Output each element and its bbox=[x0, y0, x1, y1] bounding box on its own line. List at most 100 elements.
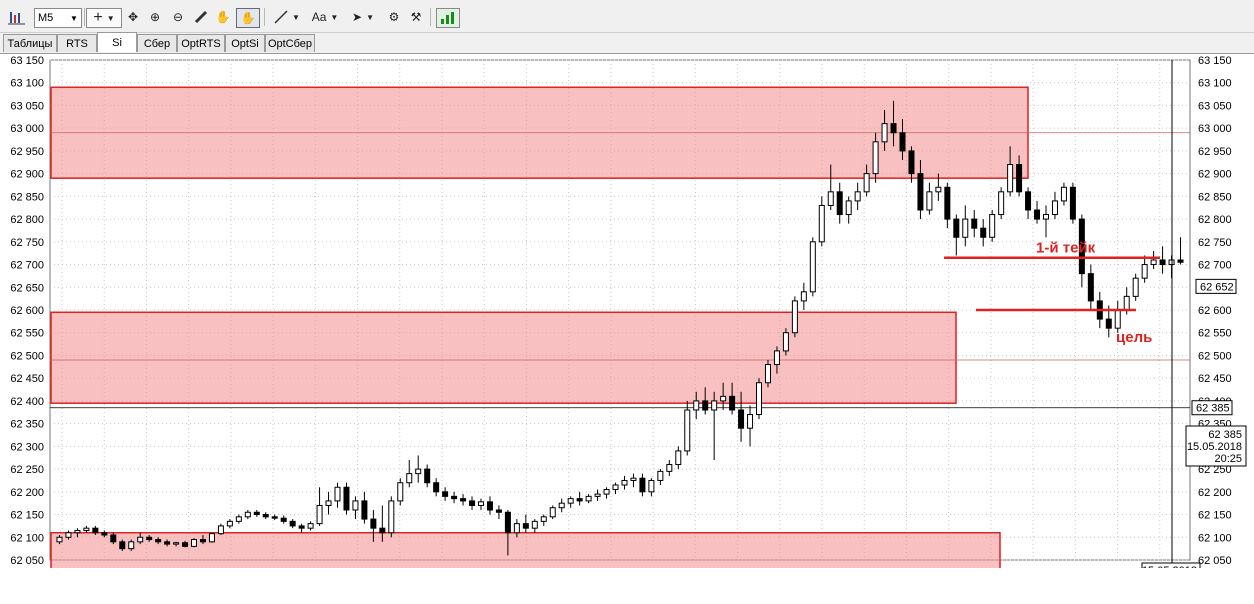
hand-icon[interactable]: ✋ bbox=[214, 8, 232, 26]
settings-icon[interactable]: ⚙ bbox=[384, 8, 404, 26]
y-tick-label-right: 62 750 bbox=[1198, 237, 1232, 249]
candle-down bbox=[361, 500, 368, 520]
candle-down bbox=[146, 536, 153, 541]
zoom-in-icon[interactable]: ⊕ bbox=[146, 8, 164, 26]
candle-up bbox=[630, 477, 637, 481]
candle-up bbox=[334, 486, 341, 502]
timeframe-select[interactable]: M5 ▼ bbox=[34, 8, 82, 28]
y-tick-label-left: 62 200 bbox=[10, 487, 44, 499]
tab-optsi[interactable]: OptSi bbox=[225, 34, 265, 52]
candle-up bbox=[585, 495, 592, 502]
y-tick-label-right: 62 500 bbox=[1198, 350, 1232, 362]
text-tool-button[interactable]: Aa ▼ bbox=[308, 8, 342, 26]
candle-up bbox=[989, 214, 996, 238]
toolbar: M5 ▼ + ▼ ✥ ⊕ ⊖ ✋ ✋ ▼ Aa ▼ ➤ ▼ ⚙ ⚒ bbox=[0, 0, 1254, 33]
candle-up bbox=[208, 533, 215, 543]
candle-up bbox=[711, 400, 718, 411]
candle-down bbox=[298, 525, 305, 529]
pan-icon[interactable]: ✋ bbox=[236, 8, 260, 28]
candle-up bbox=[872, 141, 879, 175]
price-chart[interactable]: 63 150 63 150 63 100 63 100 63 050 63 050 63 0… bbox=[0, 54, 1254, 604]
candle-down bbox=[199, 539, 206, 543]
candle-down bbox=[738, 409, 745, 429]
y-tick-label-left: 62 550 bbox=[10, 328, 44, 340]
candle-up bbox=[998, 191, 1005, 216]
candle-up bbox=[244, 511, 251, 518]
candle-up bbox=[764, 364, 771, 384]
arrow-tool-button[interactable]: ➤ ▼ bbox=[346, 8, 380, 26]
y-tick-label-left: 62 100 bbox=[10, 532, 44, 544]
take-profit-label: 1-й тейк bbox=[1036, 240, 1096, 257]
y-tick-label-left: 62 600 bbox=[10, 305, 44, 317]
candle-down bbox=[944, 186, 951, 220]
candle-up bbox=[962, 218, 969, 238]
arrow-tool-icon: ➤ bbox=[352, 10, 363, 24]
tools-icon[interactable]: ⚒ bbox=[406, 8, 426, 26]
candle-up bbox=[137, 536, 144, 543]
indicator-icon[interactable] bbox=[436, 8, 460, 28]
move-icon[interactable]: ✥ bbox=[124, 8, 142, 26]
candle-up bbox=[567, 498, 574, 504]
candle-down bbox=[1069, 186, 1076, 220]
tab-si[interactable]: Si bbox=[97, 32, 137, 52]
y-tick-label-left: 62 900 bbox=[10, 169, 44, 181]
candle-up bbox=[56, 536, 63, 543]
y-tick-label-right: 62 600 bbox=[1198, 305, 1232, 317]
tab-rts[interactable]: RTS bbox=[57, 34, 97, 52]
ruler-icon[interactable] bbox=[192, 8, 210, 26]
tab-sber[interactable]: Сбер bbox=[137, 34, 177, 52]
candle-up bbox=[128, 541, 135, 550]
candle-down bbox=[1016, 164, 1023, 193]
candle-down bbox=[433, 482, 440, 493]
candle-down bbox=[1034, 209, 1041, 220]
zoom-out-icon[interactable]: ⊖ bbox=[169, 8, 187, 26]
candle-up bbox=[173, 542, 180, 545]
candle-down bbox=[702, 400, 709, 411]
crosshair-button[interactable]: + ▼ bbox=[86, 8, 122, 28]
y-tick-label-right: 62 950 bbox=[1198, 146, 1232, 158]
candle-down bbox=[1087, 273, 1094, 302]
y-tick-label-right: 62 150 bbox=[1198, 510, 1232, 522]
candle-up bbox=[747, 414, 754, 429]
candle-up bbox=[1007, 164, 1014, 193]
candle-down bbox=[164, 541, 171, 545]
candle-up bbox=[756, 382, 763, 416]
candle-down bbox=[836, 191, 843, 216]
chart-tabs: Таблицы RTS Si Сбер OptRTS OptSi OptСбер bbox=[0, 32, 1254, 54]
candle-up bbox=[1141, 264, 1148, 279]
toolbar-separator bbox=[264, 8, 265, 26]
candle-up bbox=[1123, 295, 1130, 311]
candle-up bbox=[307, 523, 314, 529]
candle-up bbox=[191, 539, 198, 547]
tab-optrts[interactable]: OptRTS bbox=[177, 34, 225, 52]
candle-down bbox=[1025, 191, 1032, 211]
candle-down bbox=[576, 498, 583, 502]
candle-down bbox=[729, 395, 736, 411]
candle-down bbox=[370, 518, 377, 529]
candle-down bbox=[182, 542, 189, 547]
toolbar-separator bbox=[430, 8, 431, 26]
candle-down bbox=[908, 150, 915, 175]
last-price-label: 62 652 bbox=[1200, 281, 1234, 293]
y-tick-label-left: 62 950 bbox=[10, 146, 44, 158]
candle-down bbox=[522, 523, 529, 529]
chart-type-icon[interactable] bbox=[6, 8, 28, 26]
candle-down bbox=[504, 511, 511, 534]
candle-up bbox=[531, 520, 538, 529]
y-tick-label-right: 63 100 bbox=[1198, 78, 1232, 90]
y-tick-label-right: 62 900 bbox=[1198, 169, 1232, 181]
y-tick-label-right: 63 150 bbox=[1198, 55, 1232, 67]
chevron-down-icon: ▼ bbox=[70, 13, 78, 23]
candle-up bbox=[1051, 200, 1058, 216]
y-tick-label-left: 62 650 bbox=[10, 282, 44, 294]
candle-up bbox=[549, 507, 556, 518]
tab-label: RTS bbox=[66, 37, 88, 50]
tab-tables[interactable]: Таблицы bbox=[3, 34, 57, 52]
line-tool-button[interactable]: ▼ bbox=[270, 8, 304, 26]
candle-down bbox=[289, 520, 296, 527]
candle-up bbox=[406, 473, 413, 484]
candle-up bbox=[226, 520, 233, 527]
tab-optsber[interactable]: OptСбер bbox=[265, 34, 315, 52]
candle-down bbox=[271, 516, 278, 519]
candle-up bbox=[881, 123, 888, 143]
